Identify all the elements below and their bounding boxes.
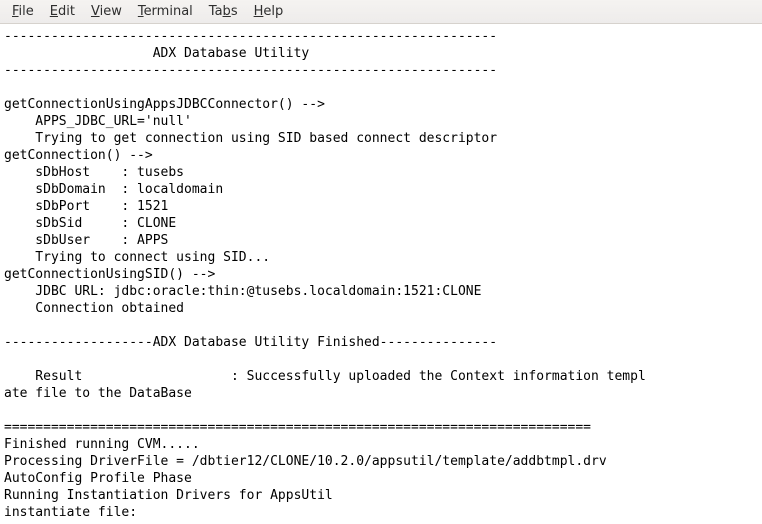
menu-tabs[interactable]: Tabs <box>201 2 246 21</box>
menubar: File Edit View Terminal Tabs Help <box>0 0 762 24</box>
menu-terminal[interactable]: Terminal <box>130 2 201 21</box>
menu-view[interactable]: View <box>83 2 130 21</box>
menu-edit[interactable]: Edit <box>42 2 83 21</box>
menu-help[interactable]: Help <box>246 2 292 21</box>
menu-file[interactable]: File <box>4 2 42 21</box>
terminal-output[interactable]: ----------------------------------------… <box>0 24 762 524</box>
